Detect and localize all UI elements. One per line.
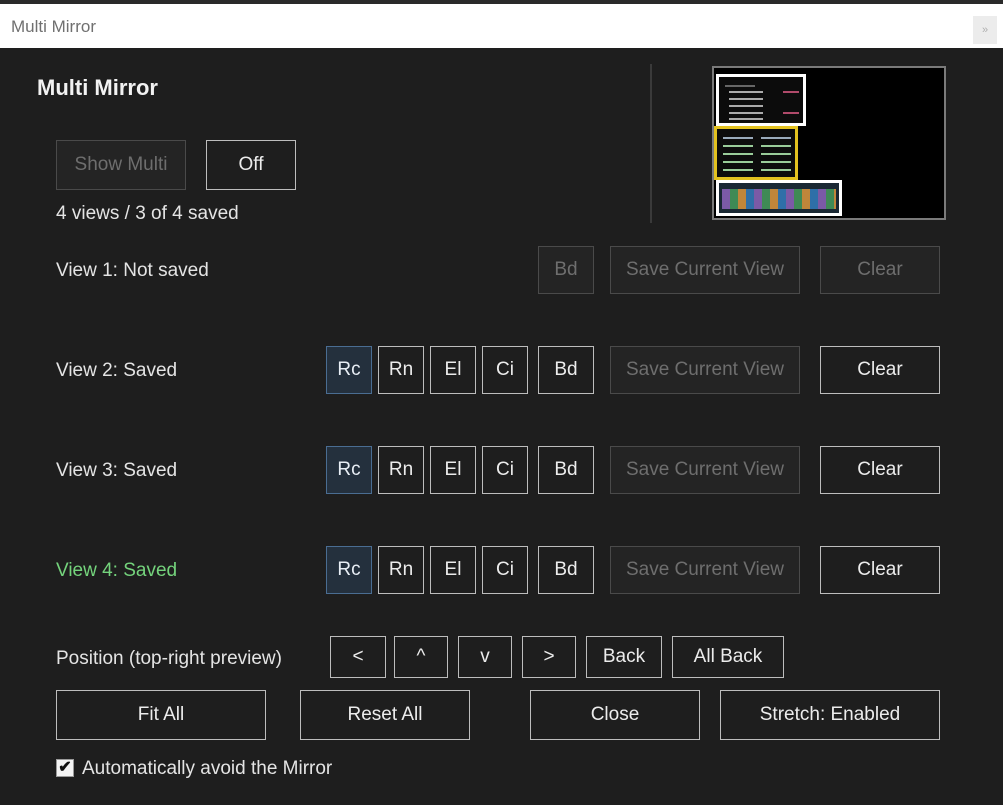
preview-view-1 [716, 74, 806, 126]
view-4-rc-button[interactable]: Rc [326, 546, 372, 594]
view-1-save-button[interactable]: Save Current View [610, 246, 800, 294]
window-titlebar: Multi Mirror » [0, 4, 1003, 49]
view-4-save-button[interactable]: Save Current View [610, 546, 800, 594]
move-down-button[interactable]: v [458, 636, 512, 678]
view-2-rc-button[interactable]: Rc [326, 346, 372, 394]
view-1-label: View 1: Not saved [56, 260, 209, 281]
show-multi-button[interactable]: Show Multi [56, 140, 186, 190]
divider [650, 64, 652, 223]
all-back-button[interactable]: All Back [672, 636, 784, 678]
view-4-bd-button[interactable]: Bd [538, 546, 594, 594]
preview-view-2 [714, 126, 798, 180]
move-up-button[interactable]: ^ [394, 636, 448, 678]
view-3-save-button[interactable]: Save Current View [610, 446, 800, 494]
back-button[interactable]: Back [586, 636, 662, 678]
position-label: Position (top-right preview) [56, 648, 282, 669]
view-2-ci-button[interactable]: Ci [482, 346, 528, 394]
move-left-button[interactable]: < [330, 636, 386, 678]
close-button[interactable]: Close [530, 690, 700, 740]
off-button[interactable]: Off [206, 140, 296, 190]
view-2-el-button[interactable]: El [430, 346, 476, 394]
auto-avoid-label: Automatically avoid the Mirror [82, 758, 333, 779]
reset-all-button[interactable]: Reset All [300, 690, 470, 740]
mirror-preview [712, 66, 946, 220]
view-4-rn-button[interactable]: Rn [378, 546, 424, 594]
panel-heading: Multi Mirror [37, 75, 158, 100]
view-3-ci-button[interactable]: Ci [482, 446, 528, 494]
view-4-ci-button[interactable]: Ci [482, 546, 528, 594]
multi-mirror-panel: Multi Mirror Show Multi Off 4 views / 3 … [0, 48, 1003, 805]
view-4-el-button[interactable]: El [430, 546, 476, 594]
auto-avoid-checkbox[interactable]: ✔ [56, 759, 74, 777]
view-3-bd-button[interactable]: Bd [538, 446, 594, 494]
view-3-label: View 3: Saved [56, 460, 178, 481]
view-2-bd-button[interactable]: Bd [538, 346, 594, 394]
view-2-save-button[interactable]: Save Current View [610, 346, 800, 394]
view-2-label: View 2: Saved [56, 360, 178, 381]
view-3-el-button[interactable]: El [430, 446, 476, 494]
fit-all-button[interactable]: Fit All [56, 690, 266, 740]
view-3-clear-button[interactable]: Clear [820, 446, 940, 494]
view-3-rn-button[interactable]: Rn [378, 446, 424, 494]
view-1-clear-button[interactable]: Clear [820, 246, 940, 294]
views-status: 4 views / 3 of 4 saved [56, 203, 239, 224]
view-4-label: View 4: Saved [56, 560, 178, 581]
preview-view-3 [716, 180, 842, 216]
view-1-bd-button[interactable]: Bd [538, 246, 594, 294]
view-3-rc-button[interactable]: Rc [326, 446, 372, 494]
move-right-button[interactable]: > [522, 636, 576, 678]
view-2-rn-button[interactable]: Rn [378, 346, 424, 394]
view-4-clear-button[interactable]: Clear [820, 546, 940, 594]
collapse-button[interactable]: » [973, 16, 997, 44]
stretch-toggle-button[interactable]: Stretch: Enabled [720, 690, 940, 740]
window-title: Multi Mirror [11, 17, 96, 36]
view-2-clear-button[interactable]: Clear [820, 346, 940, 394]
